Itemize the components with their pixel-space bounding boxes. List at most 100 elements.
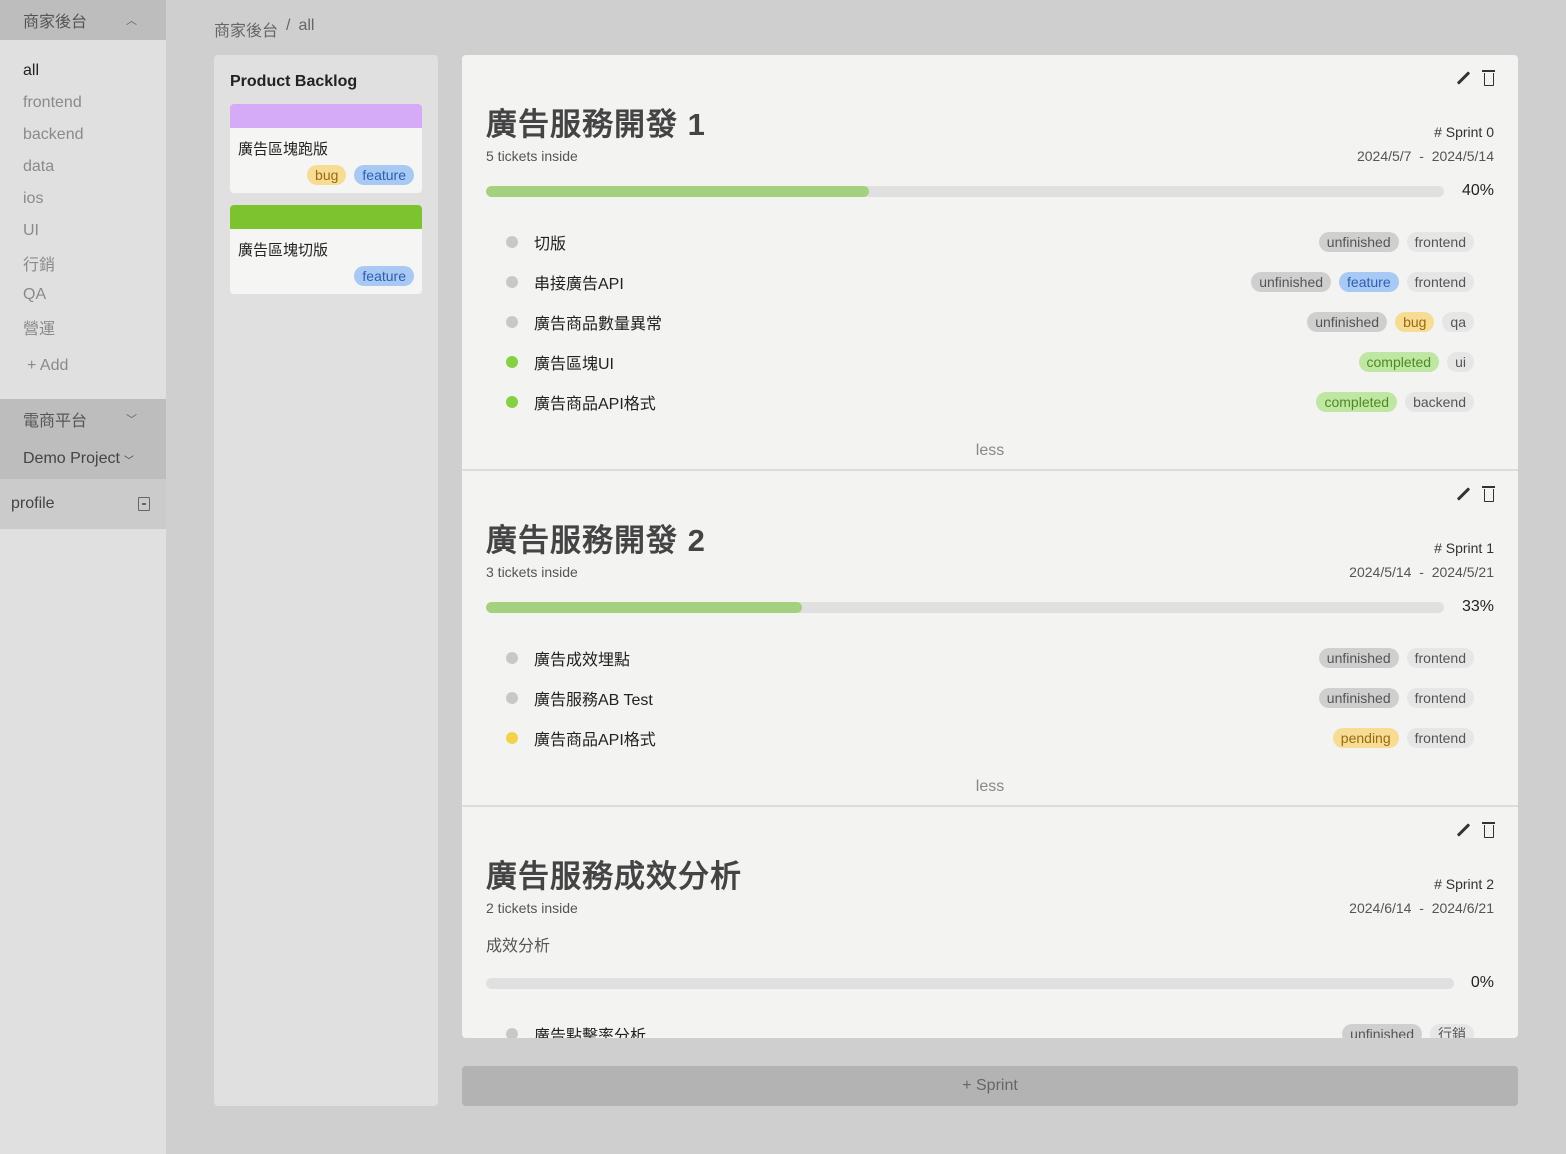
trash-icon[interactable] bbox=[1482, 486, 1495, 502]
tag-status: unfinished bbox=[1251, 272, 1332, 292]
ticket-name: 廣告商品API格式 bbox=[534, 732, 656, 749]
sprint-title: 廣告服務開發 2 bbox=[486, 523, 706, 558]
status-dot bbox=[506, 732, 518, 744]
tag-category: ui bbox=[1447, 352, 1474, 372]
logout-icon[interactable] bbox=[138, 497, 150, 511]
tag-category: qa bbox=[1442, 312, 1474, 332]
backlog-card[interactable]: 廣告區塊跑版 bug feature bbox=[230, 104, 422, 193]
status-dot bbox=[506, 316, 518, 328]
sidebar-item-frontend[interactable]: frontend bbox=[0, 87, 166, 119]
tag-feature: feature bbox=[354, 266, 414, 286]
progress-row: 40% bbox=[486, 182, 1494, 200]
backlog-card[interactable]: 廣告區塊切版 feature bbox=[230, 205, 422, 294]
card-title: 廣告區塊跑版 bbox=[238, 141, 329, 158]
tickets-count: 2 tickets inside bbox=[486, 900, 578, 916]
profile-link[interactable]: profile bbox=[0, 479, 166, 529]
tag-category: 行銷 bbox=[1430, 1024, 1474, 1038]
card-tags: feature bbox=[230, 262, 422, 294]
sprint-number: # Sprint 1 bbox=[1434, 540, 1494, 556]
sprint-actions bbox=[1456, 70, 1495, 86]
chevron-down-icon: ﹀ bbox=[123, 455, 134, 467]
sprint-card: 廣告服務成效分析 # Sprint 2 2 tickets inside 202… bbox=[462, 807, 1518, 1038]
ticket-tags: unfinished feature frontend bbox=[1251, 272, 1474, 292]
sidebar-item-data[interactable]: data bbox=[0, 151, 166, 183]
ticket-name: 廣告商品API格式 bbox=[534, 396, 656, 413]
add-category-button[interactable]: + Add bbox=[0, 349, 166, 383]
workspace-toggle[interactable]: 商家後台 ︿ bbox=[0, 0, 166, 40]
sidebar-item-ios[interactable]: ios bbox=[0, 183, 166, 215]
ticket-name: 串接廣告API bbox=[534, 276, 624, 293]
ticket-tags: pending frontend bbox=[1332, 728, 1474, 748]
end-date: 2024/5/21 bbox=[1431, 564, 1494, 580]
tag-status: unfinished bbox=[1307, 312, 1388, 332]
tickets-count: 3 tickets inside bbox=[486, 564, 578, 580]
sidebar-item-backend[interactable]: backend bbox=[0, 119, 166, 151]
sprint-title: 廣告服務成效分析 bbox=[486, 859, 742, 894]
ticket-tags: completed backend bbox=[1316, 392, 1474, 412]
ticket-name: 廣告商品數量異常 bbox=[534, 316, 663, 333]
ticket-tags: completed ui bbox=[1358, 352, 1474, 372]
tag-status: unfinished bbox=[1318, 648, 1399, 668]
sidebar-item-all[interactable]: all bbox=[0, 55, 166, 87]
ticket-tags: unfinished frontend bbox=[1318, 688, 1474, 708]
less-toggle[interactable]: less bbox=[486, 422, 1494, 470]
card-title: 廣告區塊切版 bbox=[238, 242, 329, 259]
progress-fill bbox=[486, 185, 870, 197]
sprint-number: # Sprint 2 bbox=[1434, 876, 1494, 892]
sprint-card: 廣告服務開發 2 # Sprint 1 3 tickets inside 202… bbox=[462, 471, 1518, 807]
pencil-icon[interactable] bbox=[1456, 823, 1470, 837]
backlog-title: Product Backlog bbox=[230, 73, 358, 90]
pencil-icon[interactable] bbox=[1456, 71, 1470, 85]
breadcrumb-current: all bbox=[298, 17, 315, 34]
sprint-actions bbox=[1456, 822, 1495, 838]
trash-icon[interactable] bbox=[1482, 70, 1495, 86]
ticket-row[interactable]: 串接廣告API unfinished feature frontend bbox=[486, 262, 1494, 302]
product-backlog: Product Backlog 廣告區塊跑版 bug feature 廣告區塊切… bbox=[214, 55, 438, 1106]
tag-feature: feature bbox=[354, 165, 414, 185]
tag-status: unfinished bbox=[1318, 232, 1399, 252]
pencil-icon[interactable] bbox=[1456, 487, 1470, 501]
sprint-meta: 5 tickets inside 2024/5/7 - 2024/5/14 bbox=[486, 148, 1494, 164]
breadcrumb-root[interactable]: 商家後台 bbox=[214, 17, 278, 41]
sprint-dates: 2024/6/14 - 2024/6/21 bbox=[1349, 900, 1494, 916]
progress-row: 33% bbox=[486, 598, 1494, 616]
tag-status: unfinished bbox=[1342, 1024, 1422, 1038]
tag-category: frontend bbox=[1406, 728, 1474, 748]
ticket-row[interactable]: 廣告成效埋點 unfinished frontend bbox=[486, 638, 1494, 678]
add-sprint-button[interactable]: + Sprint bbox=[462, 1066, 1518, 1106]
ticket-row[interactable]: 廣告點擊率分析 unfinished 行銷 bbox=[486, 1014, 1494, 1038]
sprint-header: 廣告服務開發 2 # Sprint 1 bbox=[486, 515, 1494, 560]
trash-icon[interactable] bbox=[1482, 822, 1495, 838]
progress-percent: 0% bbox=[1470, 974, 1494, 991]
progress-bar bbox=[486, 185, 1444, 197]
status-dot bbox=[506, 356, 518, 368]
ticket-row[interactable]: 切版 unfinished frontend bbox=[486, 222, 1494, 262]
project-demo-label: Demo Project bbox=[23, 450, 120, 467]
sidebar-item-ui[interactable]: UI bbox=[0, 215, 166, 247]
sprint-description: 成效分析 bbox=[486, 938, 551, 955]
sprint-dates: 2024/5/7 - 2024/5/14 bbox=[1356, 148, 1494, 164]
sprint-meta: 2 tickets inside 2024/6/14 - 2024/6/21 bbox=[486, 900, 1494, 916]
end-date: 2024/5/14 bbox=[1431, 148, 1494, 164]
start-date: 2024/5/7 bbox=[1356, 148, 1412, 164]
ticket-row[interactable]: 廣告商品API格式 completed backend bbox=[486, 382, 1494, 422]
status-dot bbox=[506, 692, 518, 704]
ticket-name: 廣告點擊率分析 bbox=[534, 1028, 647, 1038]
ticket-row[interactable]: 廣告區塊UI completed ui bbox=[486, 342, 1494, 382]
ticket-row[interactable]: 廣告服務AB Test unfinished frontend bbox=[486, 678, 1494, 718]
project-ecommerce[interactable]: 電商平台 ﹀ bbox=[0, 399, 166, 439]
ticket-row[interactable]: 廣告商品數量異常 unfinished bug qa bbox=[486, 302, 1494, 342]
ticket-name: 廣告區塊UI bbox=[534, 356, 615, 373]
breadcrumb: 商家後台 / all bbox=[214, 17, 314, 41]
progress-bar bbox=[486, 601, 1444, 613]
sidebar-item-marketing[interactable]: 行銷 bbox=[0, 247, 166, 279]
sidebar-item-operations[interactable]: 營運 bbox=[0, 311, 166, 343]
ticket-row[interactable]: 廣告商品API格式 pending frontend bbox=[486, 718, 1494, 758]
sidebar-item-qa[interactable]: QA bbox=[0, 279, 166, 311]
sprint-title: 廣告服務開發 1 bbox=[486, 107, 706, 142]
project-demo[interactable]: Demo Project ﹀ bbox=[0, 439, 166, 479]
ticket-list: 切版 unfinished frontend 串接廣告API unfinishe… bbox=[486, 222, 1494, 422]
end-date: 2024/6/21 bbox=[1431, 900, 1494, 916]
sprint-actions bbox=[1456, 486, 1495, 502]
less-toggle[interactable]: less bbox=[486, 758, 1494, 806]
